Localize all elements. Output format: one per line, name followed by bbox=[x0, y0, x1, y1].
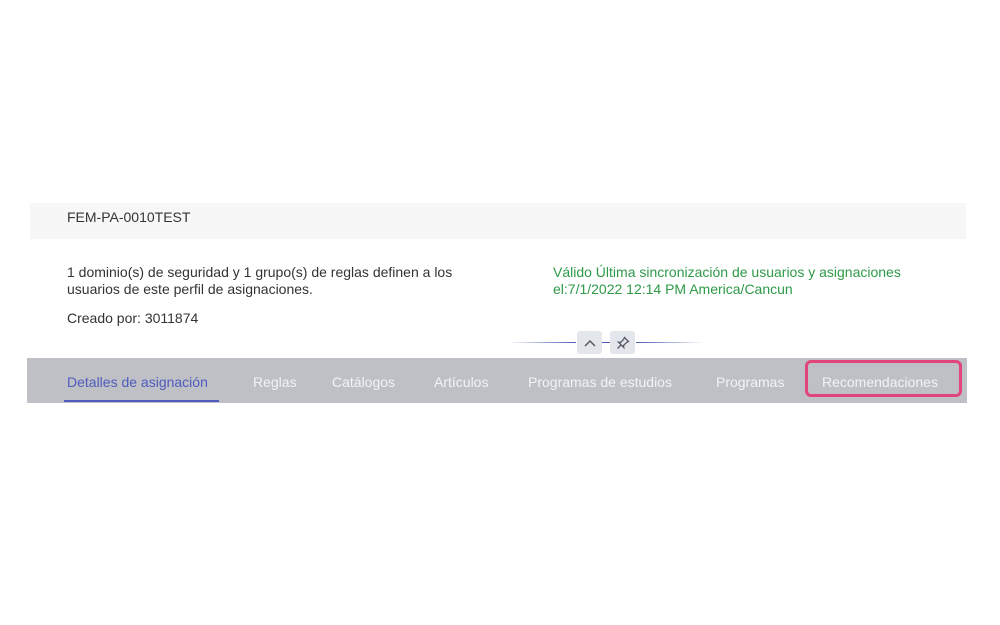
tab-catalogos[interactable]: Catálogos bbox=[332, 374, 395, 390]
sync-status-text: Válido Última sincronización de usuarios… bbox=[553, 264, 901, 297]
tab-programas[interactable]: Programas bbox=[716, 374, 784, 390]
tab-articulos[interactable]: Artículos bbox=[434, 374, 488, 390]
tab-reglas[interactable]: Reglas bbox=[253, 374, 297, 390]
chevron-up-icon bbox=[583, 339, 596, 347]
header-divider-middle bbox=[602, 342, 610, 343]
pin-icon bbox=[616, 335, 630, 349]
header-divider-right bbox=[636, 342, 704, 343]
tab-programas-de-estudios[interactable]: Programas de estudios bbox=[528, 374, 672, 390]
tab-bar: Detalles de asignación Reglas Catálogos … bbox=[27, 358, 967, 403]
active-tab-indicator bbox=[64, 400, 219, 402]
profile-description: 1 dominio(s) de seguridad y 1 grupo(s) d… bbox=[67, 264, 453, 297]
pin-header-button[interactable] bbox=[610, 331, 635, 354]
page-title: FEM-PA-0010TEST bbox=[67, 209, 191, 225]
header-divider-left bbox=[508, 342, 576, 343]
created-by-label: Creado por: 3011874 bbox=[67, 310, 199, 326]
collapse-header-button[interactable] bbox=[577, 331, 602, 354]
tab-recomendaciones[interactable]: Recomendaciones bbox=[822, 374, 938, 390]
object-header: FEM-PA-0010TEST bbox=[30, 203, 966, 239]
page: FEM-PA-0010TEST 1 dominio(s) de segurida… bbox=[0, 0, 1000, 625]
tab-detalles-asignacion[interactable]: Detalles de asignación bbox=[67, 374, 208, 390]
